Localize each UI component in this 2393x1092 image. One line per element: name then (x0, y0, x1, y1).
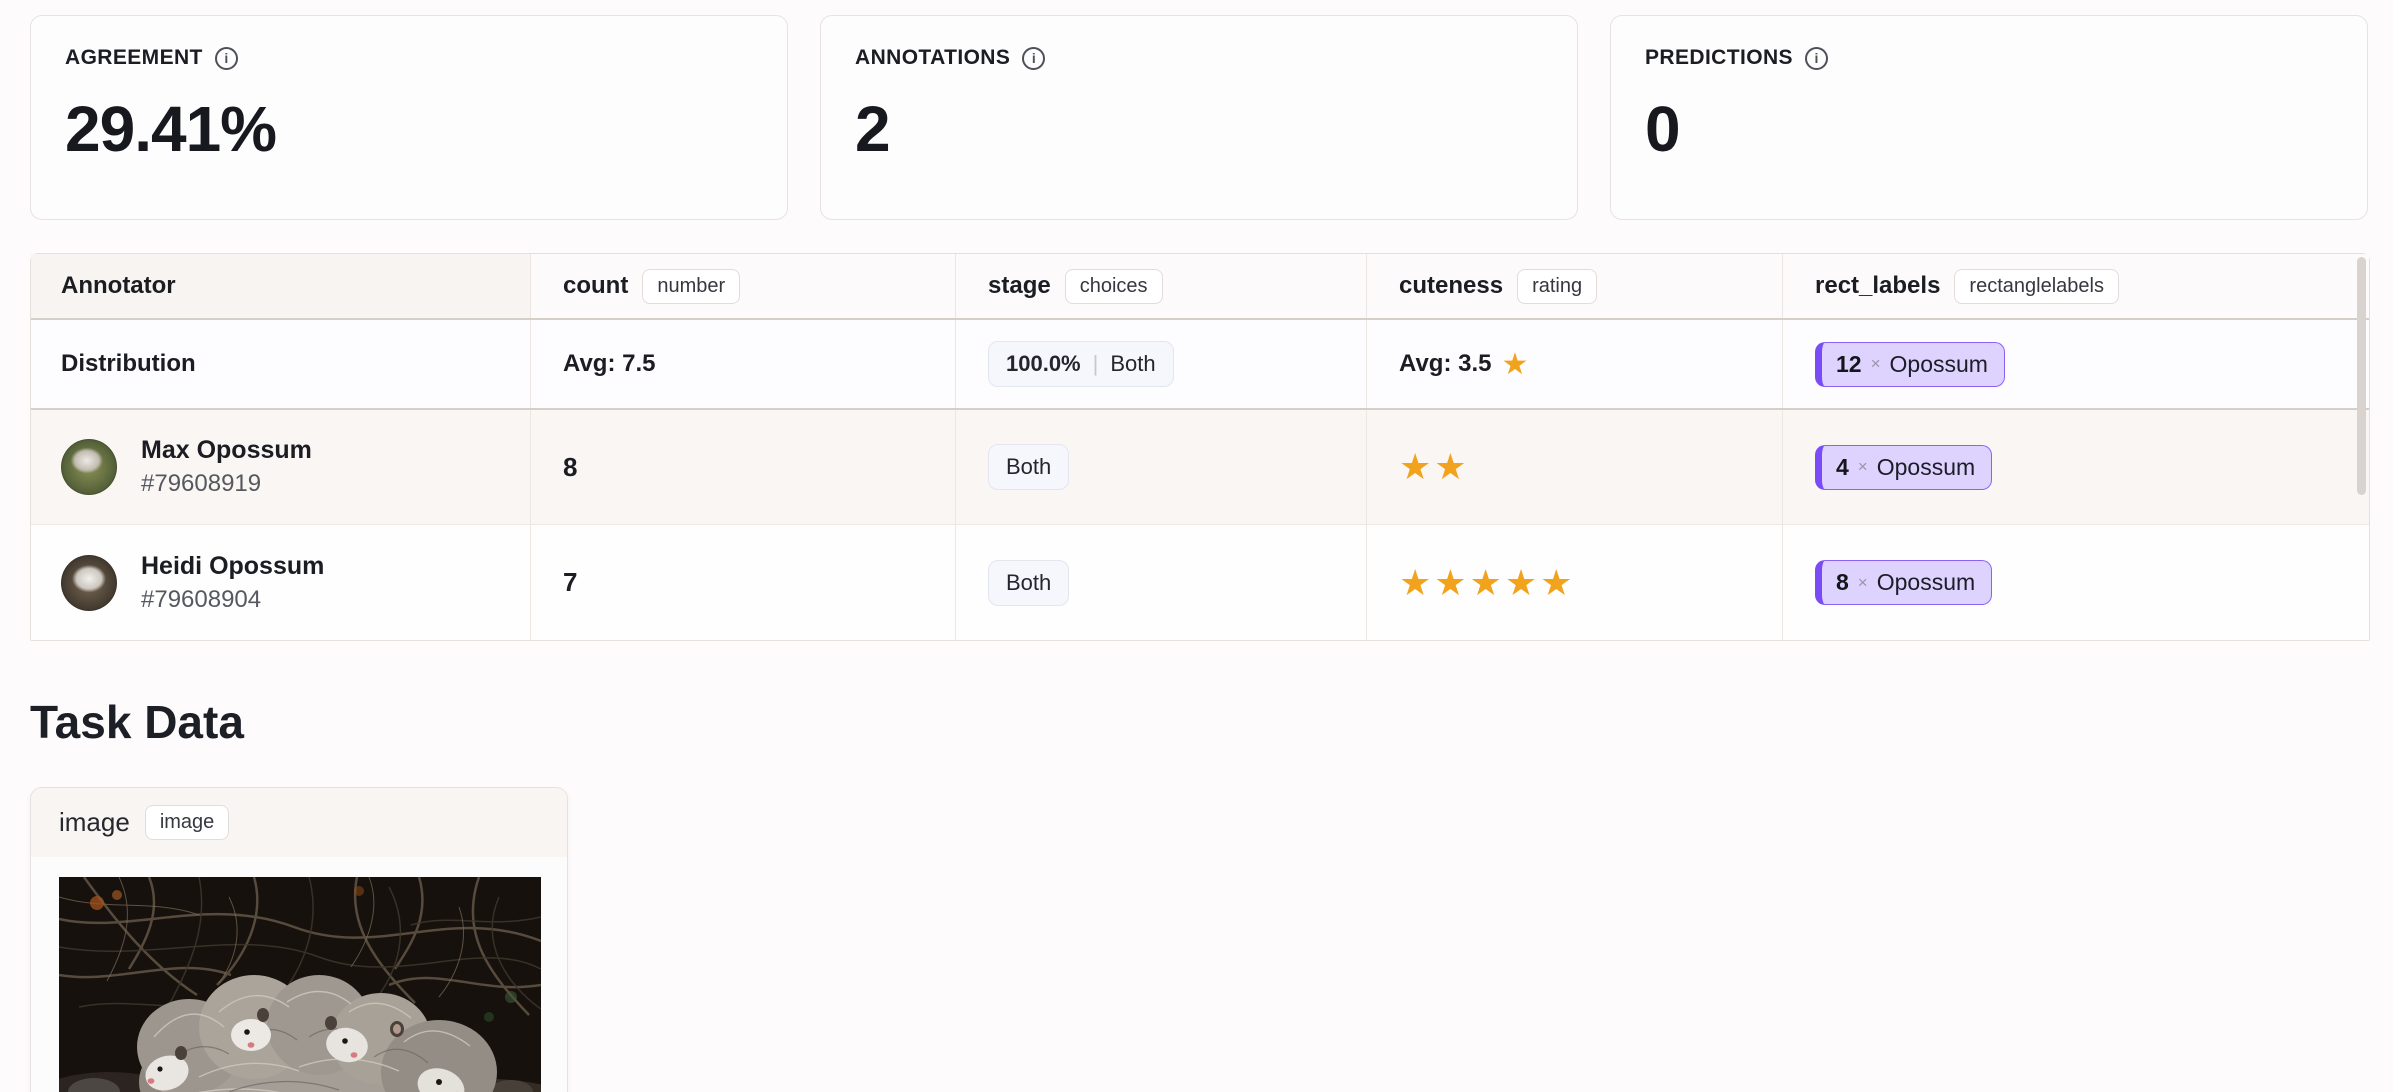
cuteness-type-tag: rating (1517, 268, 1598, 304)
task-image-card-header: image image (31, 788, 567, 857)
count-value: 8 (563, 451, 578, 482)
stage-badge: Both (988, 559, 1070, 606)
count-value: 7 (563, 567, 578, 597)
annotator-name: Max Opossum (141, 436, 312, 464)
column-header-annotator: Annotator (31, 254, 531, 318)
column-header-cuteness: cuteness rating (1367, 254, 1783, 318)
times-icon: × (1857, 572, 1868, 592)
rating-stars: ★★ (1399, 446, 1470, 487)
info-icon[interactable]: i (1804, 46, 1828, 70)
distribution-label: Distribution (61, 350, 196, 377)
annotator-id: #79608919 (141, 470, 262, 497)
annotations-label: ANNOTATIONS (855, 46, 1011, 69)
cuteness-average: Avg: 3.5 (1399, 350, 1492, 377)
table-scrollbar[interactable] (2357, 257, 2366, 495)
annotations-card: ANNOTATIONS i 2 (820, 15, 1578, 220)
predictions-label: PREDICTIONS (1645, 46, 1793, 69)
task-data-title: Task Data (30, 696, 244, 748)
star-icon: ★ (1501, 347, 1529, 381)
rect-labels-type-tag: rectanglelabels (1954, 268, 2119, 304)
annotator-id: #79608904 (141, 585, 262, 613)
distribution-row: Distribution Avg: 7.5 100.0% | Both Avg:… (31, 320, 2369, 410)
agreement-card: AGREEMENT i 29.41% (30, 15, 788, 220)
image-field-label: image (59, 807, 130, 837)
annotations-value: 2 (855, 93, 891, 165)
task-image-opossums[interactable] (59, 877, 541, 1092)
count-type-tag: number (642, 268, 741, 304)
stats-row: AGREEMENT i 29.41% ANNOTATIONS i 2 PREDI… (0, 0, 2393, 220)
count-average: Avg: 7.5 (563, 350, 656, 377)
annotator-name: Heidi Opossum (141, 551, 325, 580)
annotators-table: Annotator count number stage choices cut… (30, 253, 2370, 641)
stage-badge: Both (988, 444, 1070, 490)
times-icon: × (1857, 457, 1868, 476)
info-icon[interactable]: i (1022, 46, 1046, 70)
column-header-rect-labels: rect_labels rectanglelabels (1783, 254, 2369, 318)
rect-label-badge: 4 × Opossum (1815, 444, 1993, 490)
info-icon[interactable]: i (214, 46, 238, 70)
column-header-count: count number (531, 254, 956, 318)
table-header-row: Annotator count number stage choices cut… (31, 254, 2369, 320)
rect-label-badge: 12 × Opossum (1815, 341, 2005, 387)
column-header-stage: stage choices (956, 254, 1367, 318)
stage-distribution-badge: 100.0% | Both (988, 341, 1174, 387)
annotator-avatar (61, 554, 117, 611)
agreement-value: 29.41% (65, 93, 277, 165)
agreement-label: AGREEMENT (65, 46, 203, 69)
predictions-value: 0 (1645, 93, 1681, 165)
image-type-tag: image (144, 805, 230, 840)
times-icon: × (1870, 354, 1881, 373)
task-image-card: image image (30, 787, 568, 1092)
annotator-avatar (61, 439, 117, 495)
rating-stars: ★★★★★ (1399, 561, 1576, 603)
annotator-row-heidi[interactable]: Heidi Opossum #79608904 7 Both ★★★★★ 8 ×… (31, 525, 2369, 640)
annotator-row-max[interactable]: Max Opossum #79608919 8 Both ★★ 4 × Opos… (31, 410, 2369, 525)
rect-label-badge: 8 × Opossum (1815, 560, 1993, 605)
predictions-card: PREDICTIONS i 0 (1610, 15, 2368, 220)
stage-type-tag: choices (1064, 268, 1163, 304)
